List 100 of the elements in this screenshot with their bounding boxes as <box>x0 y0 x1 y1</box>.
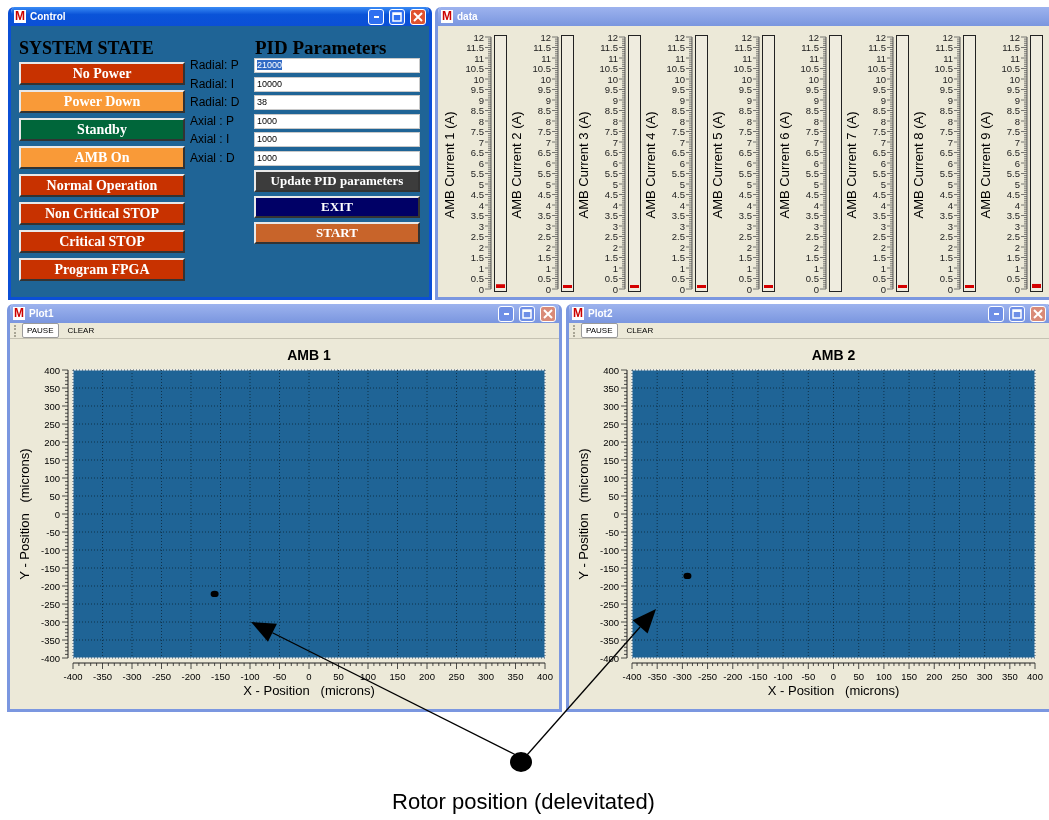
scale-label: 7.5 <box>537 126 551 137</box>
scale-label: 3.5 <box>470 210 484 221</box>
scale-label: 9 <box>612 94 618 106</box>
state-button[interactable]: Program FPGA <box>19 258 185 281</box>
scale-label: 8.5 <box>671 105 685 116</box>
scale-label: 8 <box>1014 115 1020 127</box>
input-field[interactable]: 1000 <box>254 150 420 166</box>
maximize-button[interactable] <box>1009 305 1025 322</box>
scale-label: 5 <box>813 178 819 190</box>
meter-label: AMB Current 9 (A) <box>978 111 993 219</box>
toolbar-button[interactable]: CLEAR <box>62 323 100 338</box>
close-button[interactable] <box>540 305 556 322</box>
scale-label: 7.5 <box>939 126 953 137</box>
scale-label: 3.5 <box>671 210 685 221</box>
scale-label: 7.5 <box>1006 126 1020 137</box>
tick-label: -300 <box>122 671 142 682</box>
close-icon <box>413 11 423 22</box>
input-field[interactable]: 1000 <box>254 132 420 148</box>
minimize-icon <box>993 312 999 315</box>
action-button[interactable]: Update PID parameters <box>254 169 420 192</box>
state-button[interactable]: Non Critical STOP <box>19 202 185 225</box>
close-button[interactable] <box>410 8 426 25</box>
tick-label: -350 <box>93 671 112 682</box>
scale-label: 1 <box>1014 262 1020 274</box>
tick-label: 50 <box>333 671 344 682</box>
scale-label: 4 <box>1014 199 1020 211</box>
callout-dot <box>510 752 532 772</box>
toolbar-grip[interactable] <box>14 324 18 337</box>
scale-label: 0.5 <box>470 273 484 284</box>
scale-label: 3 <box>545 220 551 232</box>
scale-label: 2.5 <box>604 231 618 242</box>
tick-label: 350 <box>603 382 619 394</box>
scale-label: 2.5 <box>872 231 886 242</box>
axis-title: Y - Position (microns) <box>576 448 591 580</box>
maximize-button[interactable] <box>519 305 535 322</box>
scale-label: 9 <box>813 94 819 106</box>
scale-label: 7 <box>746 136 752 148</box>
tick-label: -300 <box>41 616 60 628</box>
scale-label: 6 <box>947 157 953 169</box>
scale-label: 4.5 <box>537 189 551 200</box>
scale-label: 5.5 <box>738 168 752 179</box>
action-button[interactable]: START <box>254 221 420 244</box>
scale-label: 2 <box>545 241 551 253</box>
toolbar-button[interactable]: PAUSE <box>581 323 618 338</box>
minimize-button[interactable] <box>988 305 1004 322</box>
input-field[interactable]: 10000 <box>254 76 420 92</box>
scale-label: 6 <box>746 157 752 169</box>
tick-label: 200 <box>603 436 619 448</box>
tick-label: -100 <box>41 544 60 556</box>
scale-label: 10.5 <box>867 63 886 74</box>
scale-label: 2.5 <box>537 231 551 242</box>
scale-label: 11 <box>1010 52 1020 64</box>
tick-label: 300 <box>976 671 993 682</box>
toolbar-button[interactable]: PAUSE <box>22 323 59 338</box>
scale-label: 10 <box>741 73 752 85</box>
minimize-button[interactable] <box>498 305 514 322</box>
close-button[interactable] <box>1030 305 1046 322</box>
input-field[interactable]: 1000 <box>254 113 420 129</box>
scale-label: 12 <box>674 31 685 43</box>
scale-label: 9.5 <box>805 84 819 95</box>
tick-label: 100 <box>44 472 60 484</box>
tick-label: -250 <box>600 598 619 610</box>
input-field[interactable]: 38 <box>254 95 420 111</box>
meter-label: AMB Current 6 (A) <box>777 111 792 219</box>
scale-label: 5.5 <box>470 168 484 179</box>
minimize-button[interactable] <box>368 8 384 25</box>
scale-label: 11 <box>809 52 819 64</box>
state-button[interactable]: No Power <box>19 62 185 85</box>
action-button[interactable]: EXIT <box>254 195 420 218</box>
input-field[interactable]: 21000 <box>254 58 420 73</box>
scale-label: 5.5 <box>872 168 886 179</box>
scale-label: 8.5 <box>604 105 618 116</box>
axis-title: X - Position (microns) <box>243 683 375 698</box>
scale-label: 4.5 <box>470 189 484 200</box>
meter-label: AMB Current 2 (A) <box>509 111 524 219</box>
tick-label: -400 <box>622 671 642 682</box>
scale-label: 3.5 <box>939 210 953 221</box>
scale-label: 10 <box>607 73 618 85</box>
scale-label: 10.5 <box>465 63 484 74</box>
scale-label: 11.5 <box>734 42 752 53</box>
scale-label: 2 <box>612 241 618 253</box>
scale-label: 0 <box>947 283 953 295</box>
tick-label: 400 <box>1027 671 1043 682</box>
tick-label: 250 <box>951 671 968 682</box>
scale-label: 11.5 <box>600 42 618 53</box>
tick-label: -250 <box>41 598 60 610</box>
scale-label: 4 <box>813 199 819 211</box>
scale-label: 5 <box>1014 178 1020 190</box>
state-button[interactable]: Critical STOP <box>19 230 185 253</box>
toolbar-grip[interactable] <box>573 324 577 337</box>
state-button[interactable]: Standby <box>19 118 185 141</box>
scale-label: 5.5 <box>671 168 685 179</box>
scale-label: 5 <box>746 178 752 190</box>
maximize-button[interactable] <box>389 8 405 25</box>
tick-label: 150 <box>44 454 60 466</box>
scale-label: 4.5 <box>671 189 685 200</box>
tick-label: 150 <box>901 671 917 682</box>
toolbar-button[interactable]: CLEAR <box>621 323 659 338</box>
field-label: Radial: P <box>190 58 240 73</box>
state-button[interactable]: Normal Operation <box>19 174 185 197</box>
